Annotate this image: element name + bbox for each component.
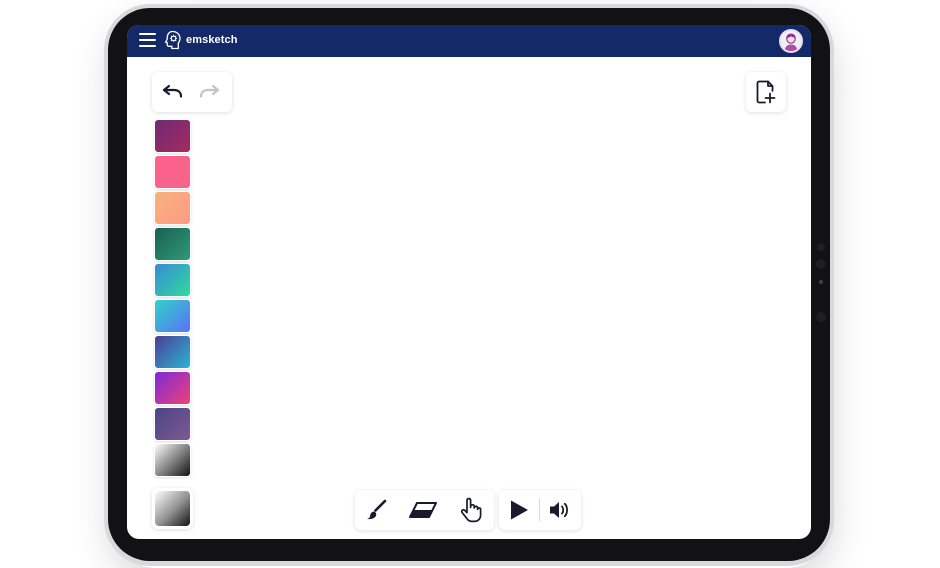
app-title: emsketch	[186, 34, 238, 46]
playback-controls	[499, 490, 581, 530]
current-color-picker	[152, 488, 193, 529]
hamburger-menu-icon[interactable]	[139, 33, 156, 47]
color-swatch[interactable]	[154, 443, 191, 477]
color-swatch[interactable]	[154, 407, 191, 441]
camera-dot	[819, 280, 823, 284]
sound-button[interactable]	[545, 496, 575, 524]
toolbar-divider	[539, 499, 540, 521]
drawing-tools	[355, 490, 494, 530]
camera-dot	[817, 243, 825, 251]
color-swatch[interactable]	[154, 191, 191, 225]
play-icon	[511, 500, 528, 520]
color-swatch[interactable]	[154, 371, 191, 405]
current-color-swatch[interactable]	[155, 491, 190, 526]
brush-icon	[367, 499, 387, 520]
undo-button[interactable]	[158, 80, 186, 104]
history-toolbar	[152, 72, 232, 112]
hand-pointer-icon	[460, 497, 482, 523]
color-swatch[interactable]	[154, 263, 191, 297]
avatar-figure-icon	[784, 33, 798, 51]
brush-tool-button[interactable]	[361, 496, 391, 524]
volume-icon	[550, 502, 568, 518]
color-swatch[interactable]	[154, 119, 191, 153]
app-screen: emsketch	[127, 25, 811, 539]
device-stage: emsketch	[0, 0, 940, 567]
eraser-icon	[409, 502, 437, 518]
color-swatch[interactable]	[154, 155, 191, 189]
head-logo-icon	[164, 30, 181, 50]
new-page-icon	[756, 80, 776, 104]
camera-dot	[816, 312, 826, 322]
redo-icon	[199, 84, 220, 98]
new-page-button[interactable]	[746, 72, 786, 112]
user-avatar-icon[interactable]	[779, 29, 803, 53]
hand-tool-button[interactable]	[456, 496, 486, 524]
app-bar: emsketch	[127, 25, 811, 57]
eraser-tool-button[interactable]	[405, 496, 441, 524]
camera-dot	[816, 259, 826, 269]
color-swatch[interactable]	[154, 227, 191, 261]
redo-button[interactable]	[196, 80, 224, 104]
undo-icon	[162, 84, 183, 98]
color-swatch[interactable]	[154, 335, 191, 369]
color-swatch[interactable]	[154, 299, 191, 333]
play-button[interactable]	[504, 496, 534, 524]
